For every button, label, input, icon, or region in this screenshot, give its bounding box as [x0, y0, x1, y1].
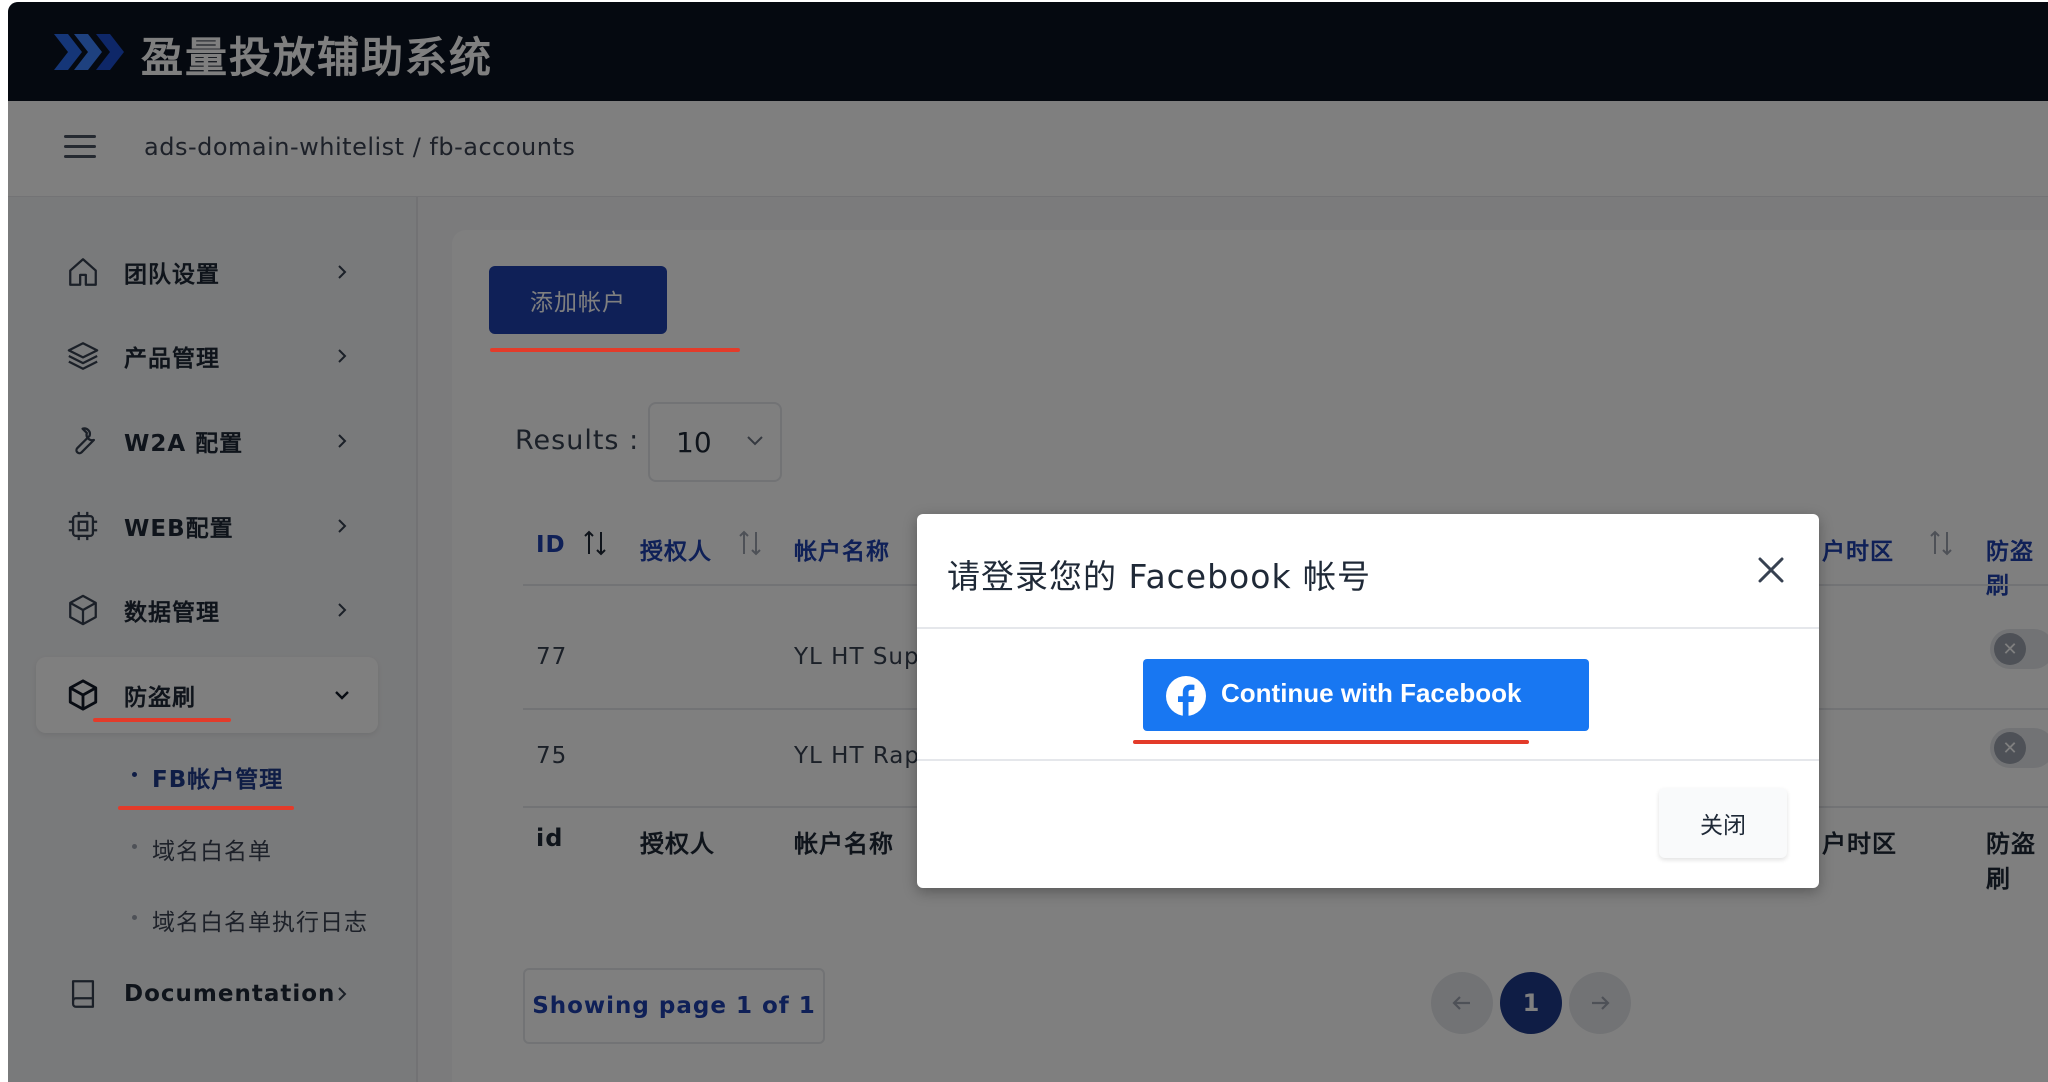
modal-title: 请登录您的 Facebook 帐号 — [947, 557, 1372, 596]
annotation-underline — [1133, 740, 1529, 744]
facebook-button-label: Continue with Facebook — [1221, 678, 1522, 708]
app-window: 盈量投放辅助系统 ads-domain-whitelist / fb-accou… — [8, 2, 2048, 1082]
annotation-underline — [490, 348, 740, 352]
facebook-icon — [1166, 676, 1206, 717]
modal-divider — [917, 627, 1819, 629]
close-icon[interactable] — [1755, 554, 1787, 586]
modal-close-button[interactable]: 关闭 — [1659, 788, 1787, 858]
continue-with-facebook-button[interactable]: Continue with Facebook — [1143, 659, 1589, 731]
annotation-underline — [93, 718, 231, 722]
facebook-login-modal: 请登录您的 Facebook 帐号 Continue with Facebook… — [917, 514, 1819, 888]
annotation-underline — [118, 806, 294, 810]
modal-divider — [917, 759, 1819, 761]
